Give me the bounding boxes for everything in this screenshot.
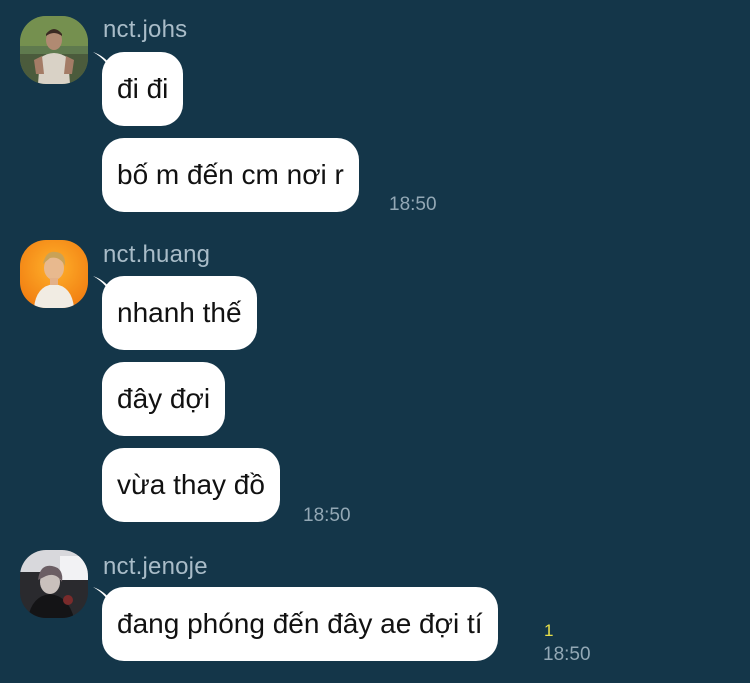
unread-count: 1 <box>544 621 554 640</box>
message-bubble[interactable]: đi đi <box>102 52 184 126</box>
sender-name[interactable]: nct.johs <box>103 15 187 45</box>
sender-name[interactable]: nct.huang <box>103 240 210 270</box>
message-bubble[interactable]: vừa thay đồ <box>102 448 280 522</box>
message-bubble[interactable]: nhanh thế <box>102 276 257 350</box>
message-bubble[interactable]: đang phóng đến đây ae đợi tí <box>102 587 498 661</box>
avatar-nct-johs[interactable] <box>20 16 88 84</box>
profile-photo-icon <box>20 240 88 308</box>
message-timestamp: 18:50 <box>389 194 437 215</box>
message-bubble[interactable]: bố m đến cm nơi r <box>102 138 359 212</box>
sender-name[interactable]: nct.jenoje <box>103 552 208 582</box>
message-timestamp: 18:50 <box>303 505 351 526</box>
profile-photo-icon <box>20 550 88 618</box>
avatar-nct-jenoje[interactable] <box>20 550 88 618</box>
avatar-nct-huang[interactable] <box>20 240 88 308</box>
profile-photo-icon <box>20 16 88 84</box>
message-timestamp: 18:50 <box>543 644 591 665</box>
message-bubble[interactable]: đây đợi <box>102 362 226 436</box>
